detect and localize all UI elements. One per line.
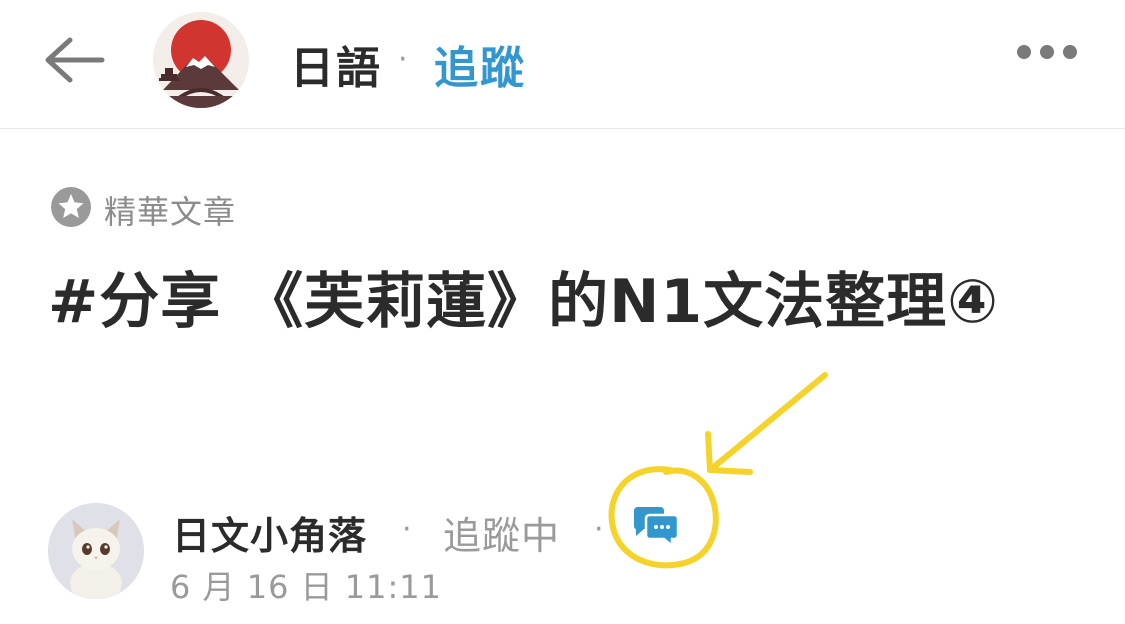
featured-label: 精華文章 [104, 193, 237, 231]
post-date: 6 月 16 日 11:11 [170, 568, 442, 606]
post-title: #分享 《芙莉蓮》的N1文法整理④ [48, 267, 999, 337]
follow-button[interactable]: 追蹤 [434, 32, 526, 96]
more-dots-icon[interactable] [1010, 36, 1086, 68]
back-arrow-icon[interactable] [40, 30, 110, 90]
separator-dot: · [398, 42, 408, 77]
top-bar: 日語 · 追蹤 [0, 0, 1125, 129]
author-avatar[interactable] [48, 503, 144, 599]
annotation-highlight [608, 372, 828, 569]
author-name[interactable]: 日文小角落 [172, 505, 367, 560]
mount-fuji-icon [153, 12, 249, 108]
chat-bubbles-icon[interactable] [630, 505, 682, 549]
following-status[interactable]: 追蹤中 [443, 505, 560, 560]
board-avatar[interactable] [153, 12, 249, 108]
separator-dot: · [594, 512, 604, 547]
board-name[interactable]: 日語 [290, 32, 382, 96]
star-icon [51, 187, 91, 227]
cat-avatar [48, 503, 144, 599]
separator-dot: · [402, 512, 412, 547]
